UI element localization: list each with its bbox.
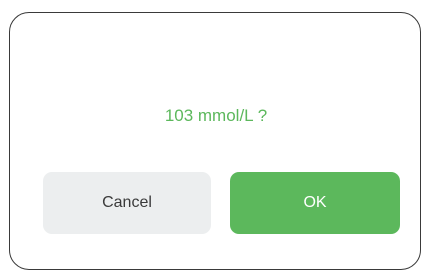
confirm-dialog: 103 mmol/L ? Cancel OK [9,12,421,270]
cancel-button[interactable]: Cancel [43,172,211,234]
ok-button[interactable]: OK [230,172,400,234]
confirm-message: 103 mmol/L ? [164,106,268,125]
